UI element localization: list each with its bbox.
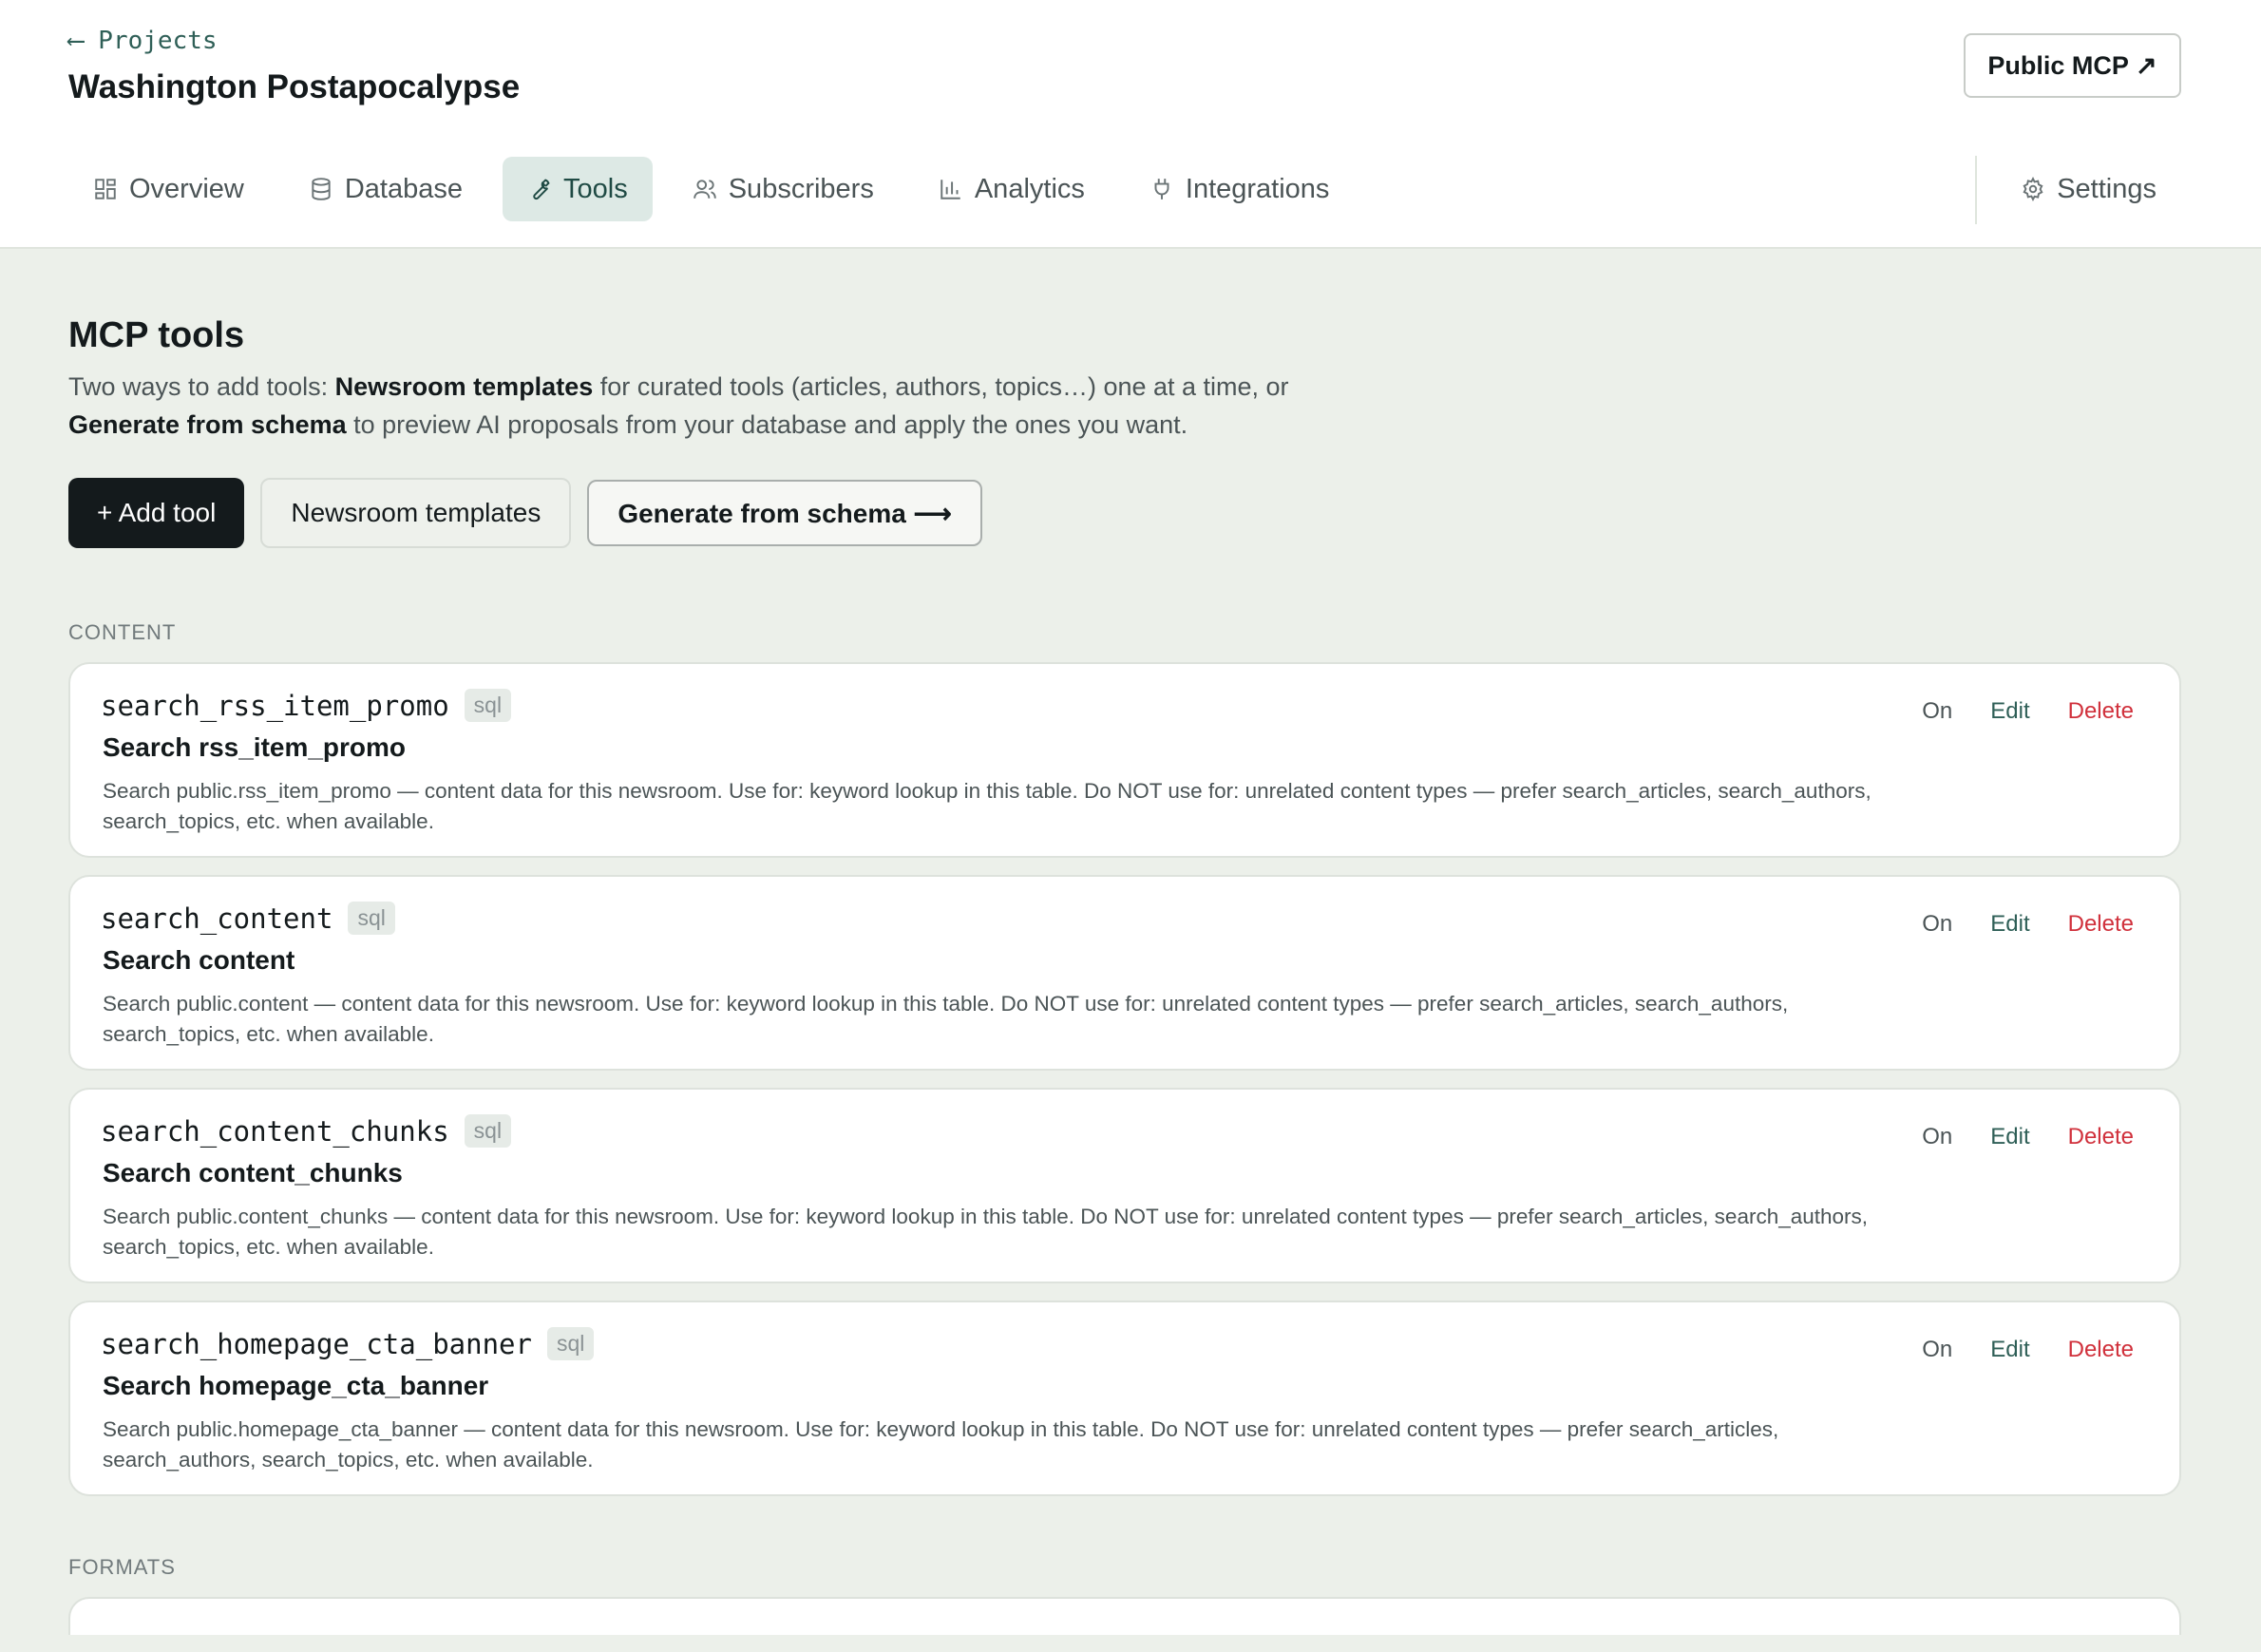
edit-button[interactable]: Edit <box>1990 1337 2029 1363</box>
tool-actions-bar: + Add tool Newsroom templates Generate f… <box>68 478 2181 548</box>
tab-analytics[interactable]: Analytics <box>914 157 1110 221</box>
tab-label: Integrations <box>1185 173 1330 204</box>
tool-description: Search public.rss_item_promo — content d… <box>103 779 1872 833</box>
tool-title: Search homepage_cta_banner <box>103 1371 489 1400</box>
tool-name-row: search_content_chunks sql <box>101 1114 512 1148</box>
toggle-on-button[interactable]: On <box>1922 698 1952 725</box>
tool-title: Search rss_item_promo <box>103 732 407 762</box>
tool-title: Search content <box>103 945 295 975</box>
tool-description: Search public.content_chunks — content d… <box>103 1205 1869 1259</box>
tab-database[interactable]: Database <box>284 157 487 221</box>
tool-name: search_rss_item_promo <box>101 689 449 722</box>
desc-emphasis: Newsroom templates <box>334 372 594 401</box>
tab-label: Overview <box>129 173 244 204</box>
desc-text: to preview AI proposals from your databa… <box>346 410 1188 439</box>
edit-button[interactable]: Edit <box>1990 698 2029 725</box>
group-label: FORMATS <box>68 1555 176 1579</box>
tool-card: search_content sql Search content Search… <box>68 875 2181 1071</box>
tool-name-row: search_rss_item_promo sql <box>101 689 512 722</box>
tool-kind-badge: sql <box>348 902 395 935</box>
grid-icon <box>95 179 116 199</box>
project-tabs: Overview Database Tools Subscribers Anal… <box>68 157 1354 221</box>
tool-description: Search public.content — content data for… <box>103 992 1789 1046</box>
newsroom-templates-button[interactable]: Newsroom templates <box>260 478 572 548</box>
project-title: Washington Postapocalypse <box>68 68 521 105</box>
edit-button[interactable]: Edit <box>1990 911 2029 938</box>
tab-label: Settings <box>2057 173 2156 204</box>
tool-card: search_rss_item_promo sql Search rss_ite… <box>68 662 2181 858</box>
tool-card-actions: On Edit Delete <box>1922 698 2134 725</box>
delete-button[interactable]: Delete <box>2068 1124 2134 1150</box>
tab-integrations[interactable]: Integrations <box>1125 157 1355 221</box>
toggle-on-button[interactable]: On <box>1922 1337 1952 1363</box>
tab-tools[interactable]: Tools <box>503 157 653 221</box>
tab-overview[interactable]: Overview <box>68 157 269 221</box>
delete-button[interactable]: Delete <box>2068 698 2134 725</box>
toggle-on-button[interactable]: On <box>1922 1124 1952 1150</box>
desc-text: for curated tools (articles, authors, to… <box>593 372 1289 401</box>
tool-name: search_homepage_cta_banner <box>101 1327 532 1360</box>
page-header: ⟵ Projects Washington Postapocalypse Pub… <box>0 0 2261 249</box>
tool-card-actions: On Edit Delete <box>1922 1124 2134 1150</box>
back-to-projects-link[interactable]: ⟵ Projects <box>68 27 218 55</box>
tab-divider <box>1975 156 1977 224</box>
delete-button[interactable]: Delete <box>2068 1337 2134 1363</box>
tool-name-row: search_homepage_cta_banner sql <box>101 1327 595 1360</box>
tool-kind-badge: sql <box>464 1114 512 1148</box>
tab-label: Subscribers <box>728 173 874 204</box>
tool-card: search_content_chunks sql Search content… <box>68 1088 2181 1283</box>
tool-kind-badge: sql <box>464 689 512 722</box>
tool-name: search_content <box>101 902 333 935</box>
section-description: Two ways to add tools: Newsroom template… <box>68 368 1398 444</box>
main-content: MCP tools Two ways to add tools: Newsroo… <box>68 249 2181 1652</box>
tab-label: Tools <box>563 173 628 204</box>
generate-from-schema-button[interactable]: Generate from schema ⟶ <box>587 480 982 546</box>
plug-icon <box>1154 179 1169 199</box>
desc-text: Two ways to add tools: <box>68 372 335 401</box>
tool-card <box>68 1597 2181 1635</box>
toggle-on-button[interactable]: On <box>1922 911 1952 938</box>
desc-emphasis: Generate from schema <box>68 410 347 439</box>
tool-kind-badge: sql <box>546 1327 595 1360</box>
tool-card-actions: On Edit Delete <box>1922 1337 2134 1363</box>
group-label: CONTENT <box>68 620 177 644</box>
tab-settings[interactable]: Settings <box>1996 157 2181 221</box>
delete-button[interactable]: Delete <box>2068 911 2134 938</box>
tool-card: search_homepage_cta_banner sql Search ho… <box>68 1301 2181 1496</box>
tool-title: Search content_chunks <box>103 1158 403 1187</box>
tool-name: search_content_chunks <box>101 1114 449 1148</box>
users-icon <box>693 180 716 199</box>
tool-name-row: search_content sql <box>101 902 395 935</box>
tab-subscribers[interactable]: Subscribers <box>668 157 899 221</box>
add-tool-button[interactable]: + Add tool <box>68 478 245 548</box>
gear-icon <box>2023 177 2043 201</box>
bar-chart-icon <box>940 180 960 199</box>
tool-description: Search public.homepage_cta_banner — cont… <box>103 1417 1779 1472</box>
public-mcp-button[interactable]: Public MCP ↗ <box>1964 33 2181 98</box>
section-title: MCP tools <box>68 315 245 355</box>
tab-label: Database <box>344 173 464 204</box>
edit-button[interactable]: Edit <box>1990 1124 2029 1150</box>
tab-label: Analytics <box>974 173 1085 204</box>
database-icon <box>312 178 331 200</box>
wrench-icon <box>533 179 550 199</box>
tool-card-actions: On Edit Delete <box>1922 911 2134 938</box>
